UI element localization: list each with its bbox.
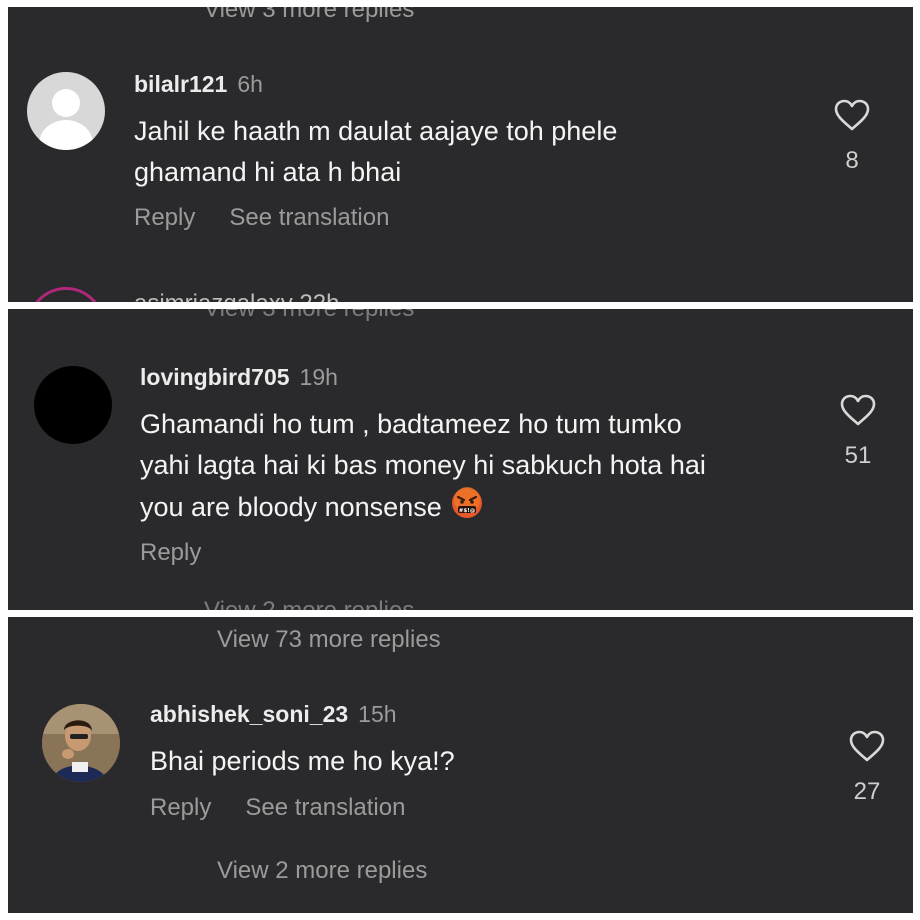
comment-author[interactable]: lovingbird705 19h (140, 364, 338, 391)
comment-time: 15h (358, 701, 397, 727)
view-more-replies-link[interactable]: View 73 more replies (217, 626, 441, 654)
view-more-replies-link[interactable]: View 2 more replies (217, 857, 427, 885)
comment-time: 19h (299, 364, 338, 390)
comment-actions: Reply See translation (150, 794, 439, 822)
comment-line: ghamand hi ata h bhai (134, 157, 402, 187)
comment-line: you are bloody nonsense (140, 492, 442, 523)
comment-text: Ghamandi ho tum , badtameez ho tum tumko… (140, 404, 706, 532)
like-count: 27 (853, 778, 881, 805)
username[interactable]: bilalr121 (134, 71, 227, 97)
comment-panel-1: View 3 more replies bilalr121 6h Jahil ke… (8, 7, 913, 302)
comment-author[interactable]: abhishek_soni_23 15h (150, 701, 397, 728)
avatar[interactable] (34, 366, 112, 444)
avatar[interactable] (42, 704, 120, 782)
comment-line: Jahil ke haath m daulat aajaye toh phele (134, 116, 618, 146)
see-translation-button[interactable]: See translation (245, 794, 405, 821)
heart-icon[interactable] (834, 99, 870, 131)
heart-icon[interactable] (840, 394, 876, 426)
comment-time: 6h (237, 71, 263, 97)
view-more-replies-cut[interactable]: View 3 more replies (204, 309, 414, 323)
comment-line: Ghamandi ho tum , badtameez ho tum tumko (140, 409, 682, 439)
heart-icon[interactable] (849, 730, 885, 762)
reply-button[interactable]: Reply (150, 794, 211, 821)
enraged-face-with-symbols-emoji: #$!@ (450, 486, 484, 532)
next-comment-cut: asimriazgalaxy 22h (134, 290, 339, 302)
see-translation-button[interactable]: See translation (229, 204, 389, 231)
comment-actions: Reply (140, 539, 235, 567)
comment-actions: Reply See translation (134, 204, 423, 232)
like-count: 8 (845, 147, 859, 174)
view-more-replies-cut[interactable]: View 3 more replies (204, 7, 414, 24)
comment-panel-3: View 73 more replies abhishek_soni_23 15h… (8, 617, 913, 913)
profile-photo-icon (42, 704, 120, 782)
default-avatar-icon (39, 89, 93, 150)
comment-panel-2: View 3 more replies lovingbird705 19h Gha… (8, 309, 913, 610)
comment-text: Bhai periods me ho kya!? (150, 741, 455, 782)
view-more-replies-cut[interactable]: View 2 more replies (204, 597, 414, 610)
svg-text:#$!@: #$!@ (459, 508, 476, 514)
comment-author[interactable]: bilalr121 6h (134, 71, 263, 98)
comment-text: Jahil ke haath m daulat aajaye toh phele… (134, 111, 617, 193)
partial-avatar[interactable] (27, 287, 105, 302)
like-count: 51 (844, 442, 872, 469)
username[interactable]: lovingbird705 (140, 364, 290, 390)
comment-line: Bhai periods me ho kya!? (150, 746, 455, 776)
comment-line: yahi lagta hai ki bas money hi sabkuch h… (140, 450, 706, 480)
avatar[interactable] (27, 72, 105, 150)
username[interactable]: abhishek_soni_23 (150, 701, 348, 727)
reply-button[interactable]: Reply (140, 539, 201, 566)
reply-button[interactable]: Reply (134, 204, 195, 231)
